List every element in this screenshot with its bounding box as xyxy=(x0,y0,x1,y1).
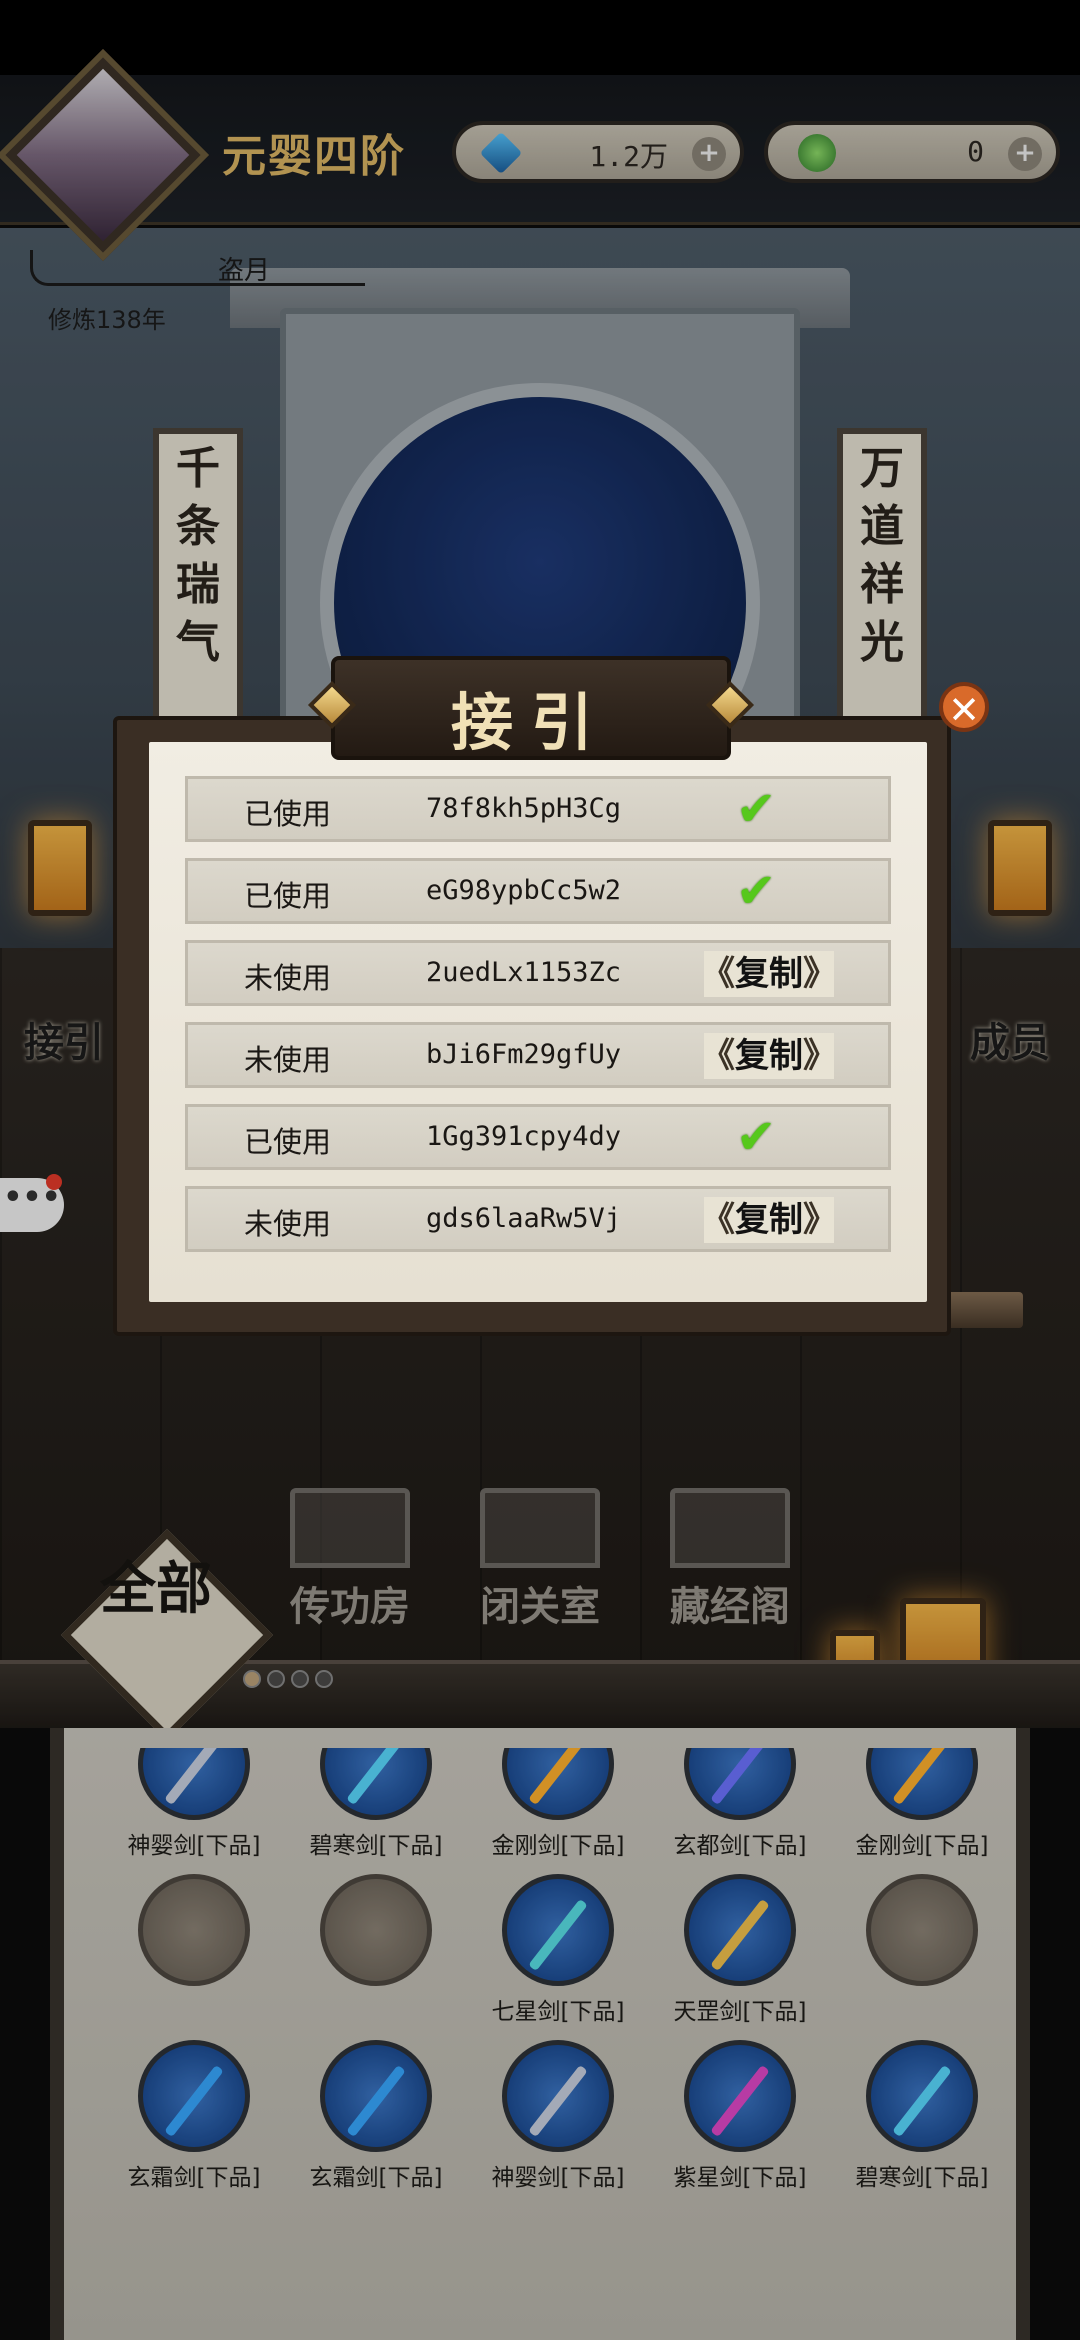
code-status: 未使用 xyxy=(244,1207,332,1241)
invite-code: 1Gg391cpy4dy xyxy=(426,1121,622,1152)
copy-label: 复制 xyxy=(735,1200,803,1240)
code-row: 未使用 gds6laaRw5Vj 《复制》 xyxy=(185,1186,891,1252)
invite-code: 2uedLx1153Zc xyxy=(426,957,622,988)
code-row: 已使用 1Gg391cpy4dy ✔ xyxy=(185,1104,891,1170)
dialog-title: 接引 xyxy=(450,686,611,759)
code-list: 已使用 78f8kh5pH3Cg ✔ 已使用 eG98ypbCc5w2 ✔ 未使用 2uedL… xyxy=(185,776,891,1268)
dialog-title-plate: 接引 xyxy=(307,656,755,760)
invite-code: bJi6Fm29gfUy xyxy=(426,1039,622,1070)
used-check-icon: ✔ xyxy=(736,1109,777,1165)
copy-button[interactable]: 《复制》 xyxy=(684,1033,854,1079)
code-row: 未使用 2uedLx1153Zc 《复制》 xyxy=(185,940,891,1006)
right-arrow-icon: 》 xyxy=(803,1200,837,1240)
code-status: 已使用 xyxy=(244,879,332,913)
copy-label: 复制 xyxy=(735,954,803,994)
left-arrow-icon: 《 xyxy=(701,1036,735,1076)
code-row: 已使用 78f8kh5pH3Cg ✔ xyxy=(185,776,891,842)
left-arrow-icon: 《 xyxy=(701,954,735,994)
used-check-icon: ✔ xyxy=(736,863,777,919)
copy-button[interactable]: 《复制》 xyxy=(684,951,854,997)
left-arrow-icon: 《 xyxy=(701,1200,735,1240)
code-status: 未使用 xyxy=(244,961,332,995)
code-row: 已使用 eG98ypbCc5w2 ✔ xyxy=(185,858,891,924)
right-arrow-icon: 》 xyxy=(803,954,837,994)
code-status: 已使用 xyxy=(244,797,332,831)
copy-label: 复制 xyxy=(735,1036,803,1076)
invite-code: 78f8kh5pH3Cg xyxy=(426,793,622,824)
used-check-icon: ✔ xyxy=(736,781,777,837)
code-status: 已使用 xyxy=(244,1125,332,1159)
close-button[interactable]: ✕ xyxy=(939,682,989,732)
recruit-code-dialog: 接引 ✕ 已使用 78f8kh5pH3Cg ✔ 已使用 eG98ypbCc5w2 ✔ 未使用… xyxy=(113,656,989,1336)
invite-code: gds6laaRw5Vj xyxy=(426,1203,622,1234)
code-row: 未使用 bJi6Fm29gfUy 《复制》 xyxy=(185,1022,891,1088)
invite-code: eG98ypbCc5w2 xyxy=(426,875,622,906)
code-status: 未使用 xyxy=(244,1043,332,1077)
right-arrow-icon: 》 xyxy=(803,1036,837,1076)
copy-button[interactable]: 《复制》 xyxy=(684,1197,854,1243)
